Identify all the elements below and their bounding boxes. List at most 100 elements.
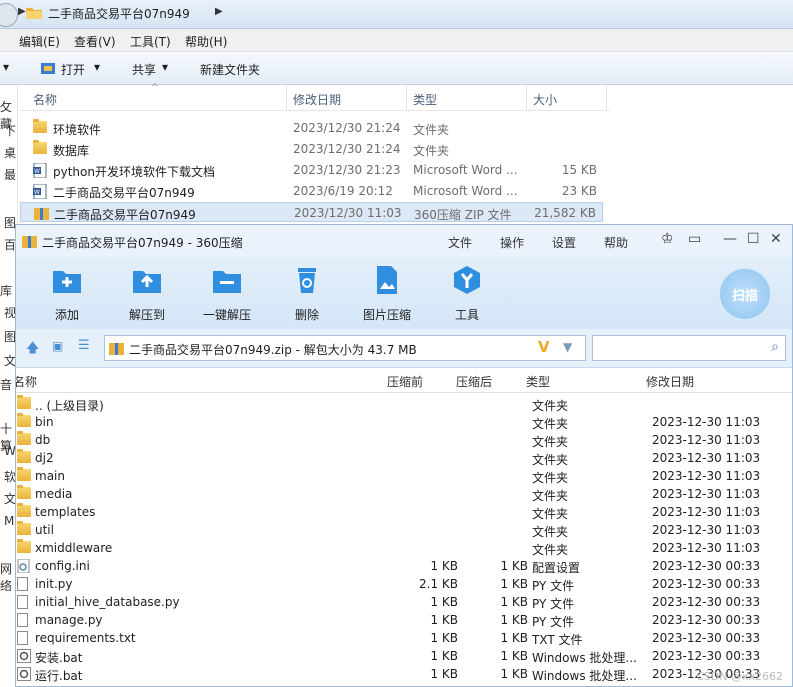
column-name[interactable]: 名称 <box>16 373 37 390</box>
chevron-down-icon[interactable]: ▾ <box>3 60 9 74</box>
scan-button[interactable]: 扫描 <box>718 267 772 321</box>
entry-type: 文件夹 <box>532 399 569 413</box>
file-type: 文件夹 <box>413 144 450 158</box>
nav-item[interactable]: 下 <box>4 122 16 139</box>
menu-tools[interactable]: 工具(T) <box>130 33 171 50</box>
file-date: 2023/12/30 11:03 <box>294 206 402 220</box>
zip-row[interactable]: requirements.txt 1 KB 1 KB TXT 文件 2023-12-30… <box>16 629 792 647</box>
add-label: 添加 <box>54 308 79 322</box>
maximize-icon[interactable]: ☐ <box>747 231 760 247</box>
image-compress-icon <box>377 266 397 294</box>
zip-row[interactable]: 安装.bat 1 KB 1 KB Windows 批处理... 2023-12-30 0… <box>16 647 792 665</box>
entry-name: main <box>35 469 65 483</box>
column-type[interactable]: 类型 <box>526 373 550 390</box>
zip-row[interactable]: xmiddleware 文件夹 2023-12-30 11:03 <box>16 539 792 557</box>
menu-edit[interactable]: 编辑(E) <box>19 33 60 50</box>
svg-text:W: W <box>34 168 40 175</box>
close-icon[interactable]: ✕ <box>770 231 782 247</box>
zip-menu-operation[interactable]: 操作 <box>500 234 524 251</box>
word-doc-icon: W <box>33 183 47 202</box>
zip-row[interactable]: config.ini 1 KB 1 KB 配置设置 2023-12-30 00:33 <box>16 557 792 575</box>
add-button[interactable]: 添加 <box>32 265 102 323</box>
delete-button[interactable]: 删除 <box>272 265 342 323</box>
chevron-right-icon[interactable]: ▶ <box>18 6 26 17</box>
zip-row[interactable]: util 文件夹 2023-12-30 11:03 <box>16 521 792 539</box>
skin-icon[interactable]: ♔ <box>661 231 674 247</box>
explorer-toolbar: ▾ 打开 ▾ 共享 ▾ 新建文件夹 <box>0 52 793 85</box>
chevron-down-icon[interactable]: ▼ <box>563 340 572 354</box>
entry-type: 文件夹 <box>532 471 569 485</box>
zip-row[interactable]: initial_hive_database.py 1 KB 1 KB PY 文件 202… <box>16 593 792 611</box>
up-arrow-icon[interactable]: 🡅 <box>26 339 39 361</box>
file-row[interactable]: 二手商品交易平台07n949 2023/12/30 11:03 360压缩 ZIP … <box>20 202 603 222</box>
folder-icon <box>17 431 31 445</box>
file-row[interactable]: 环境软件 2023/12/30 21:24 文件夹 <box>20 118 603 138</box>
minimize-icon[interactable]: — <box>723 231 737 247</box>
file-name: 二手商品交易平台07n949 <box>53 186 195 200</box>
one-click-extract-label: 一键解压 <box>202 308 251 322</box>
nav-item[interactable]: 最 <box>4 166 16 183</box>
file-icon <box>17 631 28 645</box>
one-click-extract-button[interactable]: 一键解压 <box>192 265 262 323</box>
open-button[interactable]: 打开 <box>61 61 85 78</box>
zip-row[interactable]: .. (上级目录) 文件夹 <box>16 395 792 413</box>
chevron-down-icon[interactable]: ▾ <box>94 60 100 74</box>
breadcrumb-folder[interactable]: 二手商品交易平台07n949 <box>48 5 190 22</box>
image-compress-button[interactable]: 图片压缩 <box>352 265 422 323</box>
nav-item[interactable]: 桌 <box>4 144 16 161</box>
file-type: 360压缩 ZIP 文件 <box>414 208 512 222</box>
nav-item[interactable]: 库 <box>0 282 12 299</box>
zip-menu-file[interactable]: 文件 <box>448 234 472 251</box>
chevron-right-icon[interactable]: ▶ <box>215 6 223 17</box>
extract-to-label: 解压到 <box>128 308 165 322</box>
feedback-icon[interactable]: ▭ <box>688 231 701 247</box>
search-input[interactable]: ⌕ <box>592 335 786 361</box>
zip-row[interactable]: templates 文件夹 2023-12-30 11:03 <box>16 503 792 521</box>
back-button[interactable] <box>0 3 18 27</box>
list-view-icon[interactable]: ☰ <box>78 338 90 353</box>
extract-to-button[interactable]: 解压到 <box>112 265 182 323</box>
column-date[interactable]: 修改日期 <box>293 91 341 108</box>
zip-row[interactable]: dj2 文件夹 2023-12-30 11:03 <box>16 449 792 467</box>
entry-date: 2023-12-30 00:33 <box>652 559 761 573</box>
zip-row[interactable]: init.py 2.1 KB 1 KB PY 文件 2023-12-30 00:33 <box>16 575 792 593</box>
file-row[interactable]: Wpython开发环境软件下载文档 2023/12/30 21:23 Microso… <box>20 160 603 180</box>
chevron-down-icon[interactable]: ▾ <box>162 60 168 74</box>
zip-row[interactable]: db 文件夹 2023-12-30 11:03 <box>16 431 792 449</box>
zip-row[interactable]: main 文件夹 2023-12-30 11:03 <box>16 467 792 485</box>
zip-row[interactable]: bin 文件夹 2023-12-30 11:03 <box>16 413 792 431</box>
entry-size-after: 1 KB <box>500 649 528 663</box>
nav-item[interactable]: 音 <box>0 376 12 393</box>
menu-view[interactable]: 查看(V) <box>74 33 116 50</box>
menu-help[interactable]: 帮助(H) <box>185 33 227 50</box>
thumbnail-view-icon[interactable]: ▣ <box>52 339 63 353</box>
column-name[interactable]: 名称 <box>33 91 57 108</box>
file-icon <box>17 613 28 627</box>
zip-file-icon <box>109 343 124 355</box>
nav-item[interactable]: M <box>4 514 14 528</box>
entry-date: 2023-12-30 11:03 <box>652 505 761 519</box>
zip-row[interactable]: media 文件夹 2023-12-30 11:03 <box>16 485 792 503</box>
search-icon[interactable]: ⌕ <box>771 339 779 355</box>
zip-menu-help[interactable]: 帮助 <box>604 234 628 251</box>
column-size[interactable]: 大小 <box>533 91 557 108</box>
column-after[interactable]: 压缩后 <box>456 373 492 390</box>
entry-size-after: 1 KB <box>500 613 528 627</box>
folder-icon <box>17 467 31 481</box>
zip-row[interactable]: 运行.bat 1 KB 1 KB Windows 批处理... 2023-12-30 0… <box>16 665 792 683</box>
entry-date: 2023-12-30 11:03 <box>652 433 761 447</box>
column-type[interactable]: 类型 <box>413 91 437 108</box>
watermark: CSDN @xx2662 <box>696 670 783 683</box>
share-button[interactable]: 共享 <box>132 61 156 78</box>
file-row[interactable]: 数据库 2023/12/30 21:24 文件夹 <box>20 139 603 159</box>
new-folder-button[interactable]: 新建文件夹 <box>200 61 260 78</box>
verified-v-icon[interactable]: V <box>538 338 550 356</box>
column-before[interactable]: 压缩前 <box>387 373 423 390</box>
entry-size-after: 1 KB <box>500 667 528 681</box>
column-date[interactable]: 修改日期 <box>646 373 694 390</box>
zip-row[interactable]: manage.py 1 KB 1 KB PY 文件 2023-12-30 00:33 <box>16 611 792 629</box>
zip-menu-settings[interactable]: 设置 <box>552 234 576 251</box>
file-row[interactable]: W 二手商品交易平台07n949 2023/6/19 20:12 Microsoft … <box>20 181 603 201</box>
tools-button[interactable]: 工具 <box>432 265 502 323</box>
path-field[interactable]: 二手商品交易平台07n949.zip - 解包大小为 43.7 MB V ▼ <box>104 335 586 361</box>
